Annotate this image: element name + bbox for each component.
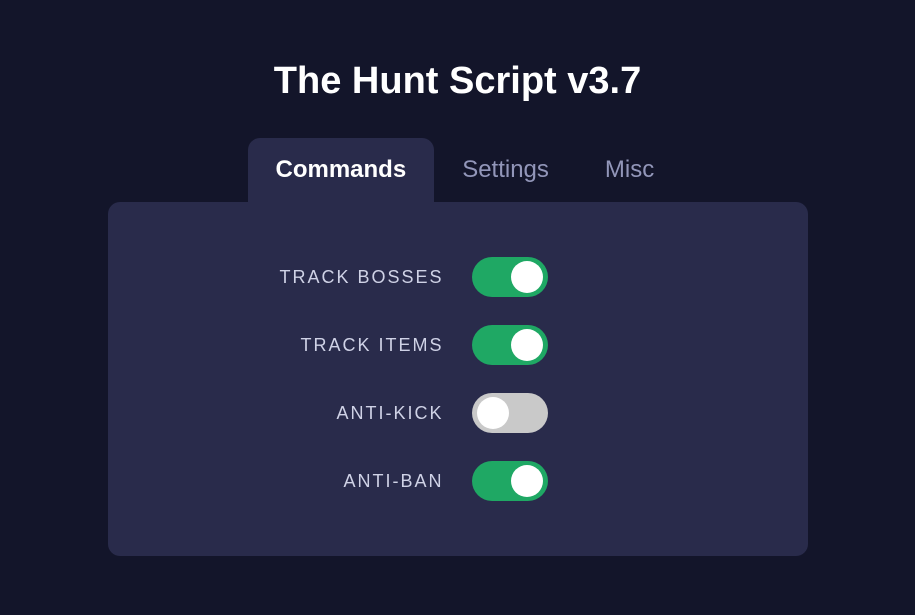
page-title: The Hunt Script v3.7	[274, 60, 641, 103]
command-label-track-bosses: TRACK BOSSES	[224, 267, 444, 288]
main-panel-wrap: Commands Settings Misc TRACK BOSSES TRAC…	[108, 138, 808, 556]
commands-panel: TRACK BOSSES TRACK ITEMS ANTI-KICK	[108, 202, 808, 556]
toggle-knob	[511, 261, 543, 293]
toggle-anti-kick[interactable]	[472, 393, 548, 433]
command-label-track-items: TRACK ITEMS	[224, 335, 444, 356]
toggle-knob	[511, 329, 543, 361]
command-row: ANTI-KICK	[148, 393, 768, 433]
command-row: TRACK BOSSES	[148, 257, 768, 297]
toggle-knob	[511, 465, 543, 497]
toggle-track-items[interactable]	[472, 325, 548, 365]
command-row: TRACK ITEMS	[148, 325, 768, 365]
command-label-anti-ban: ANTI-BAN	[224, 471, 444, 492]
tab-bar: Commands Settings Misc	[108, 138, 808, 202]
command-row: ANTI-BAN	[148, 461, 768, 501]
tab-label: Commands	[276, 156, 407, 183]
tab-misc[interactable]: Misc	[577, 138, 682, 202]
tab-commands[interactable]: Commands	[248, 138, 435, 202]
tab-label: Settings	[462, 156, 549, 183]
command-label-anti-kick: ANTI-KICK	[224, 403, 444, 424]
toggle-anti-ban[interactable]	[472, 461, 548, 501]
toggle-track-bosses[interactable]	[472, 257, 548, 297]
tab-settings[interactable]: Settings	[434, 138, 577, 202]
tab-label: Misc	[605, 156, 654, 183]
toggle-knob	[477, 397, 509, 429]
